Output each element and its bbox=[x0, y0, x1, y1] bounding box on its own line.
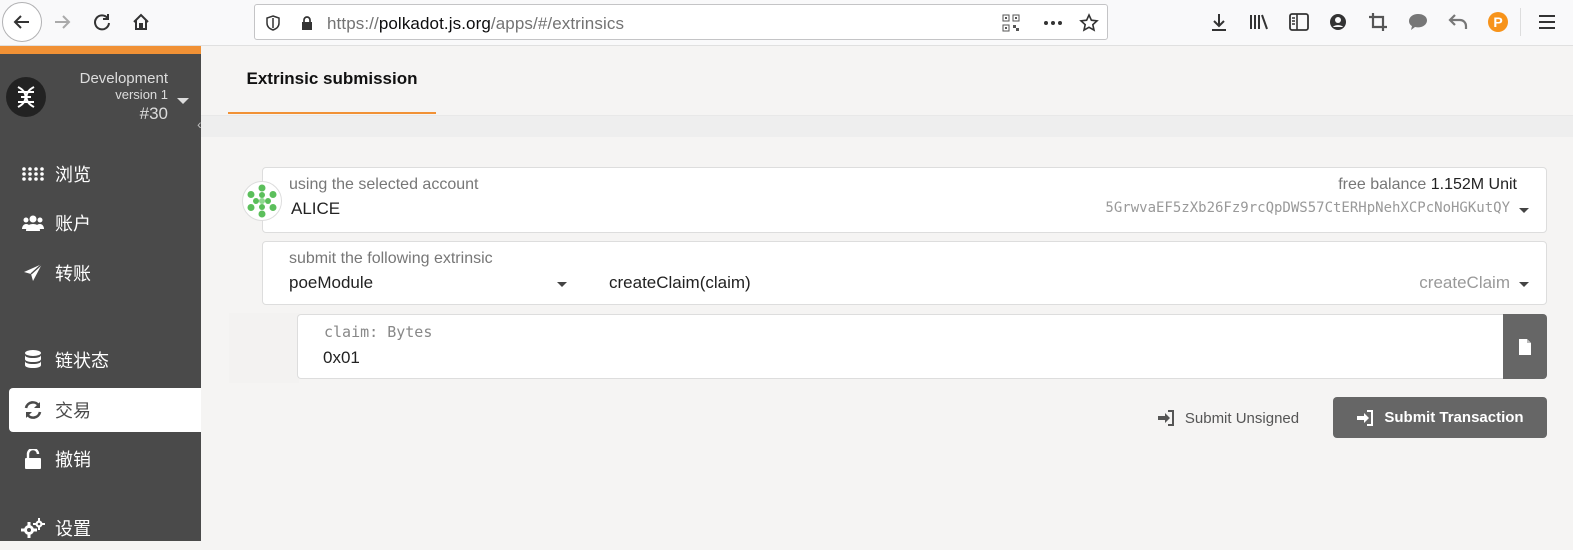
home-button[interactable] bbox=[125, 6, 157, 38]
balance-value: 1.152M Unit bbox=[1430, 176, 1517, 193]
sidebar-item-label: 账户 bbox=[55, 214, 91, 234]
sidebar-item-extrinsics[interactable]: 交易 bbox=[9, 388, 201, 432]
account-identicon[interactable] bbox=[242, 181, 282, 221]
account-address: 5GrwvaEF5zXb26Fz9rcQpDWS57CtERHpNehXCPcN… bbox=[1105, 200, 1510, 216]
bookmark-star-icon[interactable] bbox=[1077, 11, 1101, 35]
param-label: claim: Bytes bbox=[324, 323, 433, 341]
sidebar-item-settings[interactable]: 设置 bbox=[9, 506, 201, 550]
lock-icon[interactable] bbox=[295, 11, 319, 35]
method-select[interactable]: createClaim(claim) bbox=[609, 273, 751, 293]
account-icon[interactable] bbox=[1322, 6, 1354, 38]
file-upload-button[interactable] bbox=[1503, 314, 1547, 379]
account-name: ALICE bbox=[291, 199, 341, 218]
tab-bar-shadow bbox=[201, 116, 1573, 137]
method-hint: createClaim bbox=[1419, 273, 1510, 292]
address-bar[interactable]: https://polkadot.js.org/apps/#/extrinsic… bbox=[254, 4, 1108, 40]
browser-toolbar: https://polkadot.js.org/apps/#/extrinsic… bbox=[0, 0, 1573, 46]
shield-icon[interactable] bbox=[261, 11, 285, 35]
file-icon bbox=[1519, 338, 1531, 355]
chat-icon[interactable] bbox=[1402, 6, 1434, 38]
url-prefix: https:// bbox=[327, 14, 379, 33]
submit-unsigned-label: Submit Unsigned bbox=[1184, 409, 1300, 427]
url-path: /apps/#/extrinsics bbox=[490, 14, 625, 33]
tab-extrinsic-submission[interactable]: Extrinsic submission bbox=[228, 46, 436, 114]
more-actions-icon[interactable] bbox=[1041, 11, 1065, 35]
toolbar-divider bbox=[1520, 8, 1521, 36]
sidebar-item-label: 链状态 bbox=[55, 351, 109, 371]
param-indent bbox=[229, 313, 299, 383]
home-icon bbox=[133, 13, 149, 30]
menu-icon[interactable] bbox=[1531, 6, 1563, 38]
forward-button[interactable] bbox=[46, 6, 78, 38]
chain-logo[interactable] bbox=[5, 76, 47, 118]
sidebar-item-sudo[interactable]: 撤销 bbox=[9, 437, 201, 481]
method-dropdown-caret-icon[interactable] bbox=[1519, 282, 1529, 287]
users-icon bbox=[9, 215, 55, 231]
sidebar-item-label: 浏览 bbox=[55, 165, 91, 185]
gears-icon bbox=[9, 518, 55, 538]
param-value[interactable]: 0x01 bbox=[323, 348, 360, 368]
sidebar: Development version 1 #30 浏览 账户 转账 链状态 交… bbox=[0, 46, 201, 541]
extension-icon[interactable]: P bbox=[1482, 6, 1514, 38]
tab-bar: Extrinsic submission bbox=[201, 46, 1573, 116]
module-dropdown-caret-icon[interactable] bbox=[557, 282, 567, 287]
module-select[interactable]: poeModule bbox=[289, 273, 373, 293]
url-host: polkadot.js.org bbox=[378, 14, 491, 33]
extrinsic-selector: submit the following extrinsic poeModule… bbox=[262, 241, 1547, 305]
sign-in-icon bbox=[1157, 410, 1174, 426]
sidebar-item-chainstate[interactable]: 链状态 bbox=[9, 338, 201, 382]
qr-code-icon[interactable] bbox=[999, 11, 1023, 35]
submit-transaction-button[interactable]: Submit Transaction bbox=[1333, 397, 1547, 438]
sync-icon bbox=[9, 400, 55, 420]
database-icon bbox=[9, 350, 55, 370]
crop-icon[interactable] bbox=[1362, 6, 1394, 38]
sidebar-toggle-icon[interactable] bbox=[1283, 6, 1315, 38]
account-label: using the selected account bbox=[289, 176, 479, 193]
downloads-icon[interactable] bbox=[1203, 6, 1235, 38]
sidebar-accent-bar bbox=[0, 46, 201, 54]
sidebar-collapse-icon[interactable]: ‹ bbox=[197, 116, 202, 132]
reload-button[interactable] bbox=[86, 6, 118, 38]
submit-transaction-label: Submit Transaction bbox=[1384, 409, 1524, 426]
sidebar-item-label: 交易 bbox=[55, 401, 91, 421]
balance-row: free balance 1.152M Unit bbox=[1338, 176, 1517, 194]
account-dropdown-caret-icon[interactable] bbox=[1519, 208, 1529, 213]
sidebar-item-explorer[interactable]: 浏览 bbox=[9, 152, 201, 196]
back-button[interactable] bbox=[2, 2, 42, 42]
extrinsic-label: submit the following extrinsic bbox=[289, 250, 493, 267]
svg-text:P: P bbox=[1493, 14, 1502, 30]
arrow-left-icon bbox=[13, 15, 29, 29]
unlock-icon bbox=[9, 449, 55, 469]
sidebar-item-label: 设置 bbox=[55, 519, 91, 539]
url-text[interactable]: https://polkadot.js.org/apps/#/extrinsic… bbox=[327, 14, 624, 34]
best-block: #30 bbox=[139, 104, 168, 123]
undo-icon[interactable] bbox=[1442, 6, 1474, 38]
chain-name: Development bbox=[79, 70, 168, 87]
sidebar-item-label: 撤销 bbox=[55, 450, 91, 470]
chain-version: version 1 bbox=[115, 87, 168, 102]
chain-dropdown-caret-icon[interactable] bbox=[177, 98, 189, 104]
grid-icon bbox=[9, 167, 55, 181]
sign-in-icon bbox=[1357, 409, 1374, 426]
arrow-right-icon bbox=[55, 15, 71, 29]
reload-icon bbox=[94, 14, 110, 31]
sidebar-item-accounts[interactable]: 账户 bbox=[9, 201, 201, 245]
account-selector[interactable]: using the selected account ALICE free ba… bbox=[262, 167, 1547, 233]
sidebar-item-transfer[interactable]: 转账 bbox=[9, 251, 201, 295]
sidebar-item-label: 转账 bbox=[55, 264, 91, 284]
library-icon[interactable] bbox=[1243, 6, 1275, 38]
param-claim-input[interactable]: claim: Bytes 0x01 bbox=[297, 314, 1503, 379]
balance-label: free balance bbox=[1338, 176, 1427, 193]
submit-unsigned-button[interactable]: Submit Unsigned bbox=[1143, 398, 1313, 438]
paper-plane-icon bbox=[9, 263, 55, 283]
